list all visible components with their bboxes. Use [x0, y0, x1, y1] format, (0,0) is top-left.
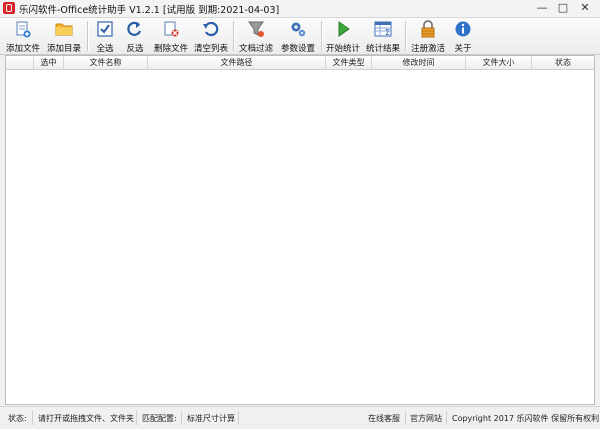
column-header-file-name[interactable]: 文件名称 — [64, 56, 148, 69]
column-header-status[interactable]: 状态 — [532, 56, 594, 69]
match-config-value: 标准尺寸计算 — [187, 414, 235, 423]
statusbar-divider — [238, 411, 239, 425]
add-file-icon — [16, 21, 31, 38]
invert-selection-button[interactable]: 反选 — [120, 18, 150, 54]
column-header-file-path[interactable]: 文件路径 — [148, 56, 326, 69]
file-list-table[interactable]: 选中 文件名称 文件路径 文件类型 修改时间 文件大小 状态 — [5, 55, 595, 405]
clear-list-label: 清空列表 — [193, 44, 228, 54]
column-checkbox-header[interactable] — [6, 56, 34, 69]
statistics-results-button[interactable]: Σ 统计结果 — [363, 18, 403, 54]
settings-button[interactable]: 参数设置 — [278, 18, 318, 54]
toolbar-separator — [87, 21, 89, 51]
svg-text:Σ: Σ — [385, 28, 390, 37]
register-activate-button[interactable]: 注册激活 — [408, 18, 448, 54]
app-logo-icon — [3, 2, 15, 14]
add-folder-label: 添加目录 — [46, 44, 81, 54]
maximize-button[interactable]: □ — [555, 1, 571, 14]
statusbar-divider — [446, 411, 447, 425]
status-message: 请打开或拖拽文件、文件夹 — [38, 414, 134, 423]
lock-icon — [421, 20, 435, 38]
settings-gear-icon — [291, 22, 306, 37]
title-bar: 乐闪软件-Office统计助手 V1.2.1 [试用版 到期:2021-04-0… — [0, 0, 600, 18]
results-table-icon: Σ — [374, 21, 392, 37]
add-file-label: 添加文件 — [5, 44, 40, 54]
copyright-text: Copyright 2017 乐闪软件 保留所有权利 — [452, 414, 600, 423]
official-site-link[interactable]: 官方网站 — [410, 413, 442, 424]
table-header: 选中 文件名称 文件路径 文件类型 修改时间 文件大小 状态 — [6, 56, 594, 70]
add-file-button[interactable]: 添加文件 — [3, 18, 43, 54]
close-button[interactable]: ✕ — [577, 1, 593, 14]
statusbar-divider — [136, 411, 137, 425]
document-filter-button[interactable]: 文档过滤 — [236, 18, 276, 54]
statistics-results-label: 统计结果 — [365, 44, 400, 54]
statusbar-divider — [32, 411, 33, 425]
statusbar-divider — [181, 411, 182, 425]
start-statistics-label: 开始统计 — [325, 44, 360, 54]
add-folder-icon — [55, 23, 73, 36]
column-header-file-type[interactable]: 文件类型 — [326, 56, 372, 69]
invert-selection-icon — [127, 21, 142, 36]
settings-label: 参数设置 — [280, 44, 315, 54]
invert-selection-label: 反选 — [126, 44, 144, 54]
toolbar-separator — [405, 21, 407, 51]
column-header-file-size[interactable]: 文件大小 — [466, 56, 532, 69]
about-button[interactable]: 关于 — [448, 18, 478, 54]
window-title: 乐闪软件-Office统计助手 V1.2.1 [试用版 到期:2021-04-0… — [19, 5, 280, 16]
add-folder-button[interactable]: 添加目录 — [44, 18, 84, 54]
status-bar: 状态: 请打开或拖拽文件、文件夹 匹配配置: 标准尺寸计算 在线客服 官方网站 … — [0, 406, 600, 429]
match-config-label: 匹配配置: — [142, 414, 177, 423]
info-icon — [455, 21, 471, 37]
delete-file-icon — [164, 21, 179, 37]
clear-list-icon — [203, 21, 219, 37]
start-statistics-button[interactable]: 开始统计 — [323, 18, 363, 54]
status-label: 状态: — [8, 414, 27, 423]
select-all-label: 全选 — [96, 44, 114, 54]
delete-file-button[interactable]: 删除文件 — [151, 18, 191, 54]
select-all-button[interactable]: 全选 — [90, 18, 120, 54]
statusbar-divider — [405, 411, 406, 425]
minimize-button[interactable]: — — [534, 1, 550, 14]
register-activate-label: 注册激活 — [410, 44, 445, 54]
document-filter-label: 文档过滤 — [238, 44, 273, 54]
column-header-modified-time[interactable]: 修改时间 — [372, 56, 466, 69]
toolbar-separator — [233, 21, 235, 51]
select-all-icon — [97, 21, 113, 37]
about-label: 关于 — [454, 44, 472, 54]
delete-file-label: 删除文件 — [153, 44, 188, 54]
play-icon — [338, 21, 350, 37]
clear-list-button[interactable]: 清空列表 — [191, 18, 231, 54]
column-header-selected[interactable]: 选中 — [34, 56, 64, 69]
online-support-link[interactable]: 在线客服 — [368, 413, 400, 424]
filter-icon — [248, 21, 264, 37]
toolbar: 添加文件 添加目录 全选 反选 删除文件 清空列表 文档过滤 参数设置 开始统计… — [0, 18, 600, 55]
